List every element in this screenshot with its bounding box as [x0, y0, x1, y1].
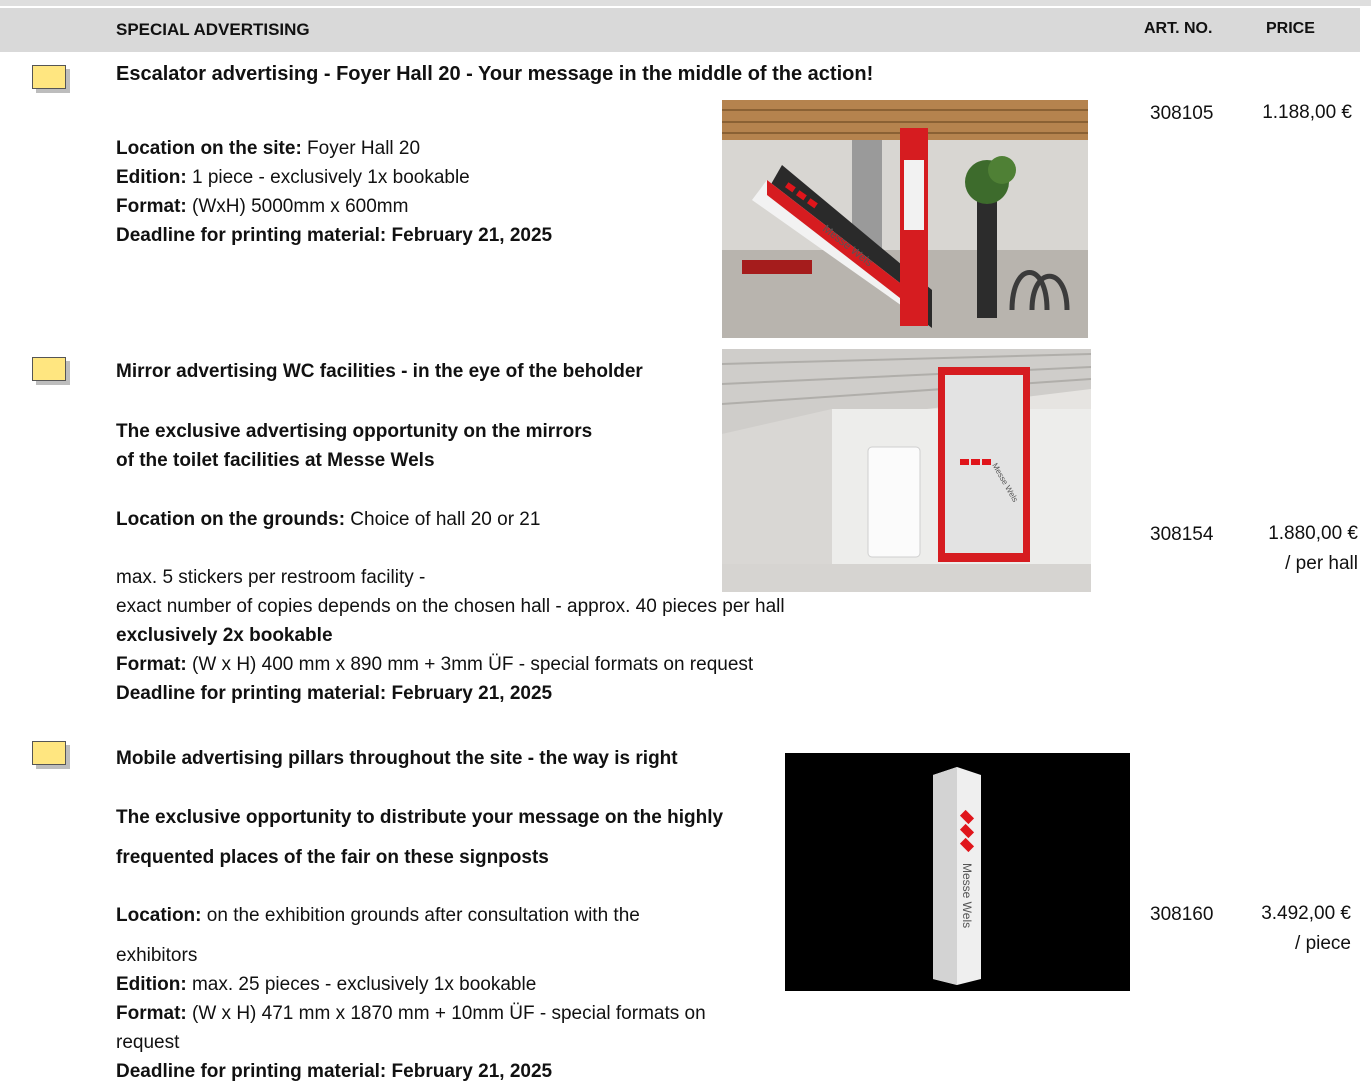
- price-escalator: 1.188,00 €: [1236, 98, 1352, 128]
- edition-line: Edition: max. 25 pieces - exclusively 1x…: [116, 970, 536, 999]
- section-title: SPECIAL ADVERTISING: [116, 20, 310, 39]
- pillar-photo: Messe Wels: [785, 753, 1130, 991]
- art-no-escalator: 308105: [1150, 103, 1214, 124]
- format-value: (W x H) 471 mm x 1870 mm + 10mm ÜF - spe…: [186, 1003, 706, 1024]
- format-line: Format: (W x H) 400 mm x 890 mm + 3mm ÜF…: [116, 650, 753, 679]
- location-line-2: exhibitors: [116, 945, 198, 966]
- price-unit: / piece: [1295, 933, 1351, 954]
- deadline-text: Deadline for printing material: February…: [116, 683, 553, 704]
- price-value: 1.880,00 €: [1268, 523, 1358, 544]
- escalator-photo: Messe Wels: [722, 100, 1088, 338]
- deadline-text: Deadline for printing material: February…: [116, 225, 553, 246]
- exclusive-text: exclusively 2x bookable: [116, 625, 333, 646]
- price-pillars: 3.492,00 € / piece: [1236, 899, 1351, 959]
- format-label: Format:: [116, 654, 187, 675]
- price-column-header: PRICE: [1266, 20, 1315, 37]
- item-title-escalator: Escalator advertising - Foyer Hall 20 - …: [116, 63, 874, 85]
- select-checkbox-mirror[interactable]: [32, 357, 66, 381]
- edition-label: Edition:: [116, 167, 187, 188]
- location-label: Location:: [116, 905, 202, 926]
- format-value: (W x H) 400 mm x 890 mm + 3mm ÜF - speci…: [186, 654, 754, 675]
- price-mirror: 1.880,00 € / per hall: [1236, 519, 1358, 579]
- edition-value: max. 25 pieces - exclusively 1x bookable: [186, 974, 537, 995]
- top-divider: [0, 0, 1371, 6]
- location-value: Foyer Hall 20: [301, 138, 421, 159]
- art-no-mirror: 308154: [1150, 524, 1214, 545]
- note-line-1: max. 5 stickers per restroom facility -: [116, 567, 426, 588]
- subtitle-line-1: The exclusive opportunity to distribute …: [116, 807, 724, 828]
- format-line: Format: (WxH) 5000mm x 600mm: [116, 192, 408, 221]
- edition-line: Edition: 1 piece - exclusively 1x bookab…: [116, 163, 470, 192]
- edition-value: 1 piece - exclusively 1x bookable: [186, 167, 470, 188]
- location-line: Location: on the exhibition grounds afte…: [116, 901, 640, 930]
- format-line: Format: (W x H) 471 mm x 1870 mm + 10mm …: [116, 999, 706, 1028]
- location-label: Location on the grounds:: [116, 509, 346, 530]
- location-line: Location on the grounds: Choice of hall …: [116, 505, 540, 534]
- price-value: 3.492,00 €: [1261, 903, 1351, 924]
- section-header: SPECIAL ADVERTISING ART. NO. PRICE: [0, 8, 1360, 52]
- subtitle-line-2: of the toilet facilities at Messe Wels: [116, 450, 435, 471]
- location-label: Location on the site:: [116, 138, 302, 159]
- art-no-pillars: 308160: [1150, 904, 1214, 925]
- format-line-2: request: [116, 1032, 180, 1053]
- subtitle-line-1: The exclusive advertising opportunity on…: [116, 421, 593, 442]
- price-unit: / per hall: [1285, 553, 1358, 574]
- deadline-text: Deadline for printing material: February…: [116, 1061, 553, 1082]
- item-title-pillars: Mobile advertising pillars throughout th…: [116, 748, 678, 769]
- format-label: Format:: [116, 196, 187, 217]
- select-checkbox-pillars[interactable]: [32, 741, 66, 765]
- format-value: (WxH) 5000mm x 600mm: [186, 196, 409, 217]
- subtitle-line-2: frequented places of the fair on these s…: [116, 847, 549, 868]
- location-line: Location on the site: Foyer Hall 20: [116, 134, 420, 163]
- art-no-column-header: ART. NO.: [1144, 20, 1213, 37]
- edition-label: Edition:: [116, 974, 187, 995]
- price-value: 1.188,00 €: [1262, 102, 1352, 123]
- select-checkbox-escalator[interactable]: [32, 65, 66, 89]
- item-title-mirror: Mirror advertising WC facilities - in th…: [116, 361, 643, 382]
- format-label: Format:: [116, 1003, 187, 1024]
- location-value: Choice of hall 20 or 21: [345, 509, 541, 530]
- location-value: on the exhibition grounds after consulta…: [201, 905, 640, 926]
- pillar-logo-caption: Messe Wels: [960, 863, 974, 928]
- mirror-photo: Messe Wels: [722, 349, 1091, 592]
- note-line-2: exact number of copies depends on the ch…: [116, 596, 785, 617]
